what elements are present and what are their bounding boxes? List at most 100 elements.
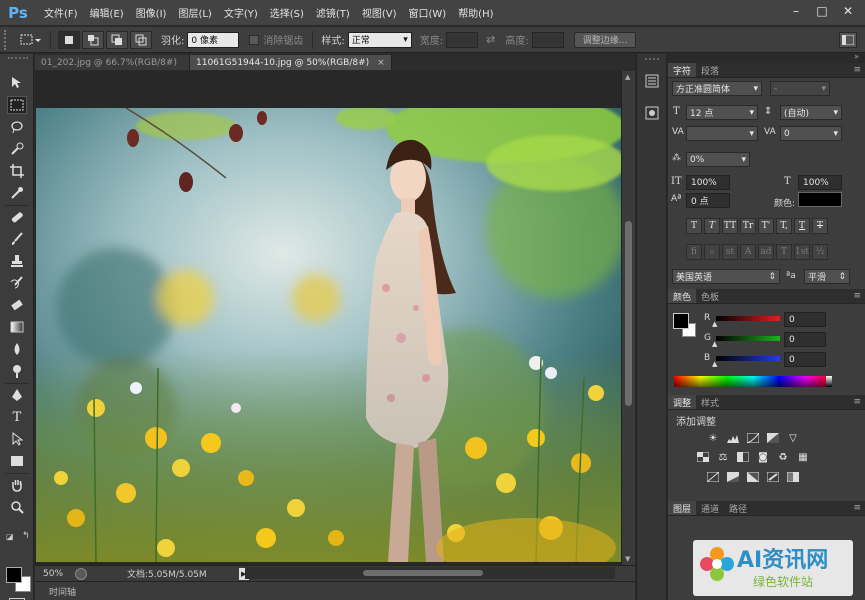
panel-menu-icon[interactable]: ≡ [853, 397, 861, 407]
panel-foreground-swatch[interactable] [673, 313, 689, 329]
lasso-tool[interactable] [7, 118, 27, 136]
faux-italic-button[interactable]: T [704, 218, 720, 234]
language-dropdown[interactable]: 美国英语 ⇕ [672, 269, 780, 284]
subtract-selection-button[interactable] [106, 30, 128, 49]
panel-menu-icon[interactable]: ≡ [853, 65, 861, 75]
menu-view[interactable]: 视图(V) [356, 0, 403, 26]
selective-color-icon[interactable] [766, 471, 780, 483]
foreground-color-swatch[interactable] [6, 567, 22, 583]
subscript-button[interactable]: T, [776, 218, 792, 234]
document-tab[interactable]: 01_202.jpg @ 66.7%(RGB/8#) [35, 55, 190, 70]
horizontal-scrollbar[interactable] [245, 567, 615, 579]
levels-icon[interactable] [726, 432, 740, 444]
style-dropdown[interactable]: 正常 ▾ [347, 31, 412, 48]
all-caps-button[interactable]: TT [722, 218, 738, 234]
tab-layers[interactable]: 图层 [668, 501, 697, 515]
blur-tool[interactable] [7, 340, 27, 358]
red-slider-handle-icon[interactable]: ▲ [712, 320, 717, 328]
black-white-icon[interactable] [736, 451, 750, 463]
tab-styles[interactable]: 样式 [696, 395, 724, 409]
feather-input[interactable]: 0 像素 [187, 31, 240, 48]
channel-mixer-icon[interactable]: ♻ [776, 451, 790, 463]
color-balance-icon[interactable]: ⚖ [716, 451, 730, 463]
swash-button[interactable]: A [740, 244, 756, 260]
brightness-contrast-icon[interactable]: ☀ [706, 432, 720, 444]
horizontal-scale-input[interactable]: 100% [798, 175, 842, 190]
menu-edit[interactable]: 编辑(E) [84, 0, 130, 26]
scroll-down-icon[interactable]: ▼ [625, 555, 630, 563]
antialias-checkbox[interactable] [249, 34, 260, 45]
quick-select-tool[interactable] [7, 140, 27, 158]
vertical-scrollbar[interactable]: ▲ ▼ [621, 71, 635, 565]
leading-dropdown[interactable]: (自动) ▾ [780, 105, 842, 120]
marquee-tool[interactable] [7, 96, 27, 114]
minimize-button[interactable]: – [783, 2, 809, 20]
menu-filter[interactable]: 滤镜(T) [310, 0, 356, 26]
height-input[interactable] [531, 31, 564, 48]
antialias-dropdown[interactable]: 平滑 ⇕ [804, 269, 850, 284]
tab-color[interactable]: 颜色 [668, 289, 697, 303]
tsume-dropdown[interactable]: 0% ▾ [686, 152, 750, 167]
baseline-shift-input[interactable]: 0 点 [686, 193, 730, 208]
dock-grip[interactable] [645, 58, 659, 61]
status-info-icon[interactable] [75, 567, 87, 580]
swap-dimensions-icon[interactable]: ⇄ [486, 33, 495, 46]
vertical-scroll-thumb[interactable] [625, 221, 632, 406]
workspace-button[interactable] [839, 32, 857, 48]
maximize-button[interactable]: □ [809, 2, 835, 20]
green-slider-handle-icon[interactable]: ▲ [712, 340, 717, 348]
brush-tool[interactable] [7, 230, 27, 248]
strikethrough-button[interactable]: T [812, 218, 828, 234]
color-lookup-icon[interactable]: ▦ [796, 451, 810, 463]
tab-adjustments[interactable]: 调整 [668, 395, 697, 409]
tab-swatches[interactable]: 色板 [696, 289, 724, 303]
horizontal-scroll-thumb[interactable] [363, 570, 483, 576]
menu-window[interactable]: 窗口(W) [402, 0, 452, 26]
document-image[interactable] [36, 108, 621, 562]
gradient-tool[interactable] [7, 318, 27, 336]
shape-tool[interactable] [7, 452, 27, 470]
photo-filter-icon[interactable]: ◙ [756, 451, 770, 463]
blue-slider[interactable] [716, 356, 780, 361]
text-color-swatch[interactable] [798, 192, 842, 207]
posterize-icon[interactable] [726, 471, 740, 483]
titling-alternates-button[interactable]: T [776, 244, 792, 260]
hue-saturation-icon[interactable] [696, 451, 710, 463]
hand-tool[interactable] [7, 476, 27, 494]
menu-select[interactable]: 选择(S) [264, 0, 310, 26]
toolbar-grip[interactable] [8, 57, 28, 61]
zoom-level-field[interactable]: 50% [35, 567, 71, 581]
refine-edge-button[interactable]: 调整边缘... [573, 31, 637, 48]
font-family-dropdown[interactable]: 方正准圆简体 ▾ [672, 81, 762, 96]
gradient-map-icon[interactable] [786, 471, 800, 483]
collapse-panels-icon[interactable]: » [854, 52, 859, 61]
add-selection-button[interactable] [82, 30, 104, 49]
tab-character[interactable]: 字符 [668, 63, 697, 77]
green-value-input[interactable]: 0 [784, 332, 826, 347]
red-value-input[interactable]: 0 [784, 312, 826, 327]
menu-image[interactable]: 图像(I) [130, 0, 173, 26]
small-caps-button[interactable]: Tr [740, 218, 756, 234]
close-icon[interactable]: × [377, 58, 385, 68]
close-button[interactable]: ✕ [835, 2, 861, 20]
eraser-tool[interactable] [7, 296, 27, 314]
zoom-tool[interactable] [7, 498, 27, 516]
stylistic-alternates-button[interactable]: ad [758, 244, 774, 260]
discretionary-ligatures-button[interactable]: st [722, 244, 738, 260]
pen-tool[interactable] [7, 386, 27, 404]
blue-value-input[interactable]: 0 [784, 352, 826, 367]
panel-menu-icon[interactable]: ≡ [853, 503, 861, 513]
tracking-dropdown[interactable]: 0 ▾ [780, 126, 842, 141]
bar-grip[interactable] [4, 29, 12, 50]
dodge-tool[interactable] [7, 362, 27, 380]
tab-paths[interactable]: 路径 [724, 501, 752, 515]
exposure-icon[interactable] [766, 432, 780, 444]
properties-panel-button[interactable] [643, 104, 661, 122]
font-size-dropdown[interactable]: 12 点 ▾ [686, 105, 758, 120]
eyedropper-tool[interactable] [7, 184, 27, 202]
swap-colors-icon[interactable]: ↰ [22, 531, 30, 541]
document-tab-active[interactable]: 11061G51944-10.jpg @ 50%(RGB/8#) × [190, 55, 392, 70]
tab-paragraph[interactable]: 段落 [696, 63, 724, 77]
healing-brush-tool[interactable] [7, 208, 27, 226]
underline-button[interactable]: T [794, 218, 810, 234]
